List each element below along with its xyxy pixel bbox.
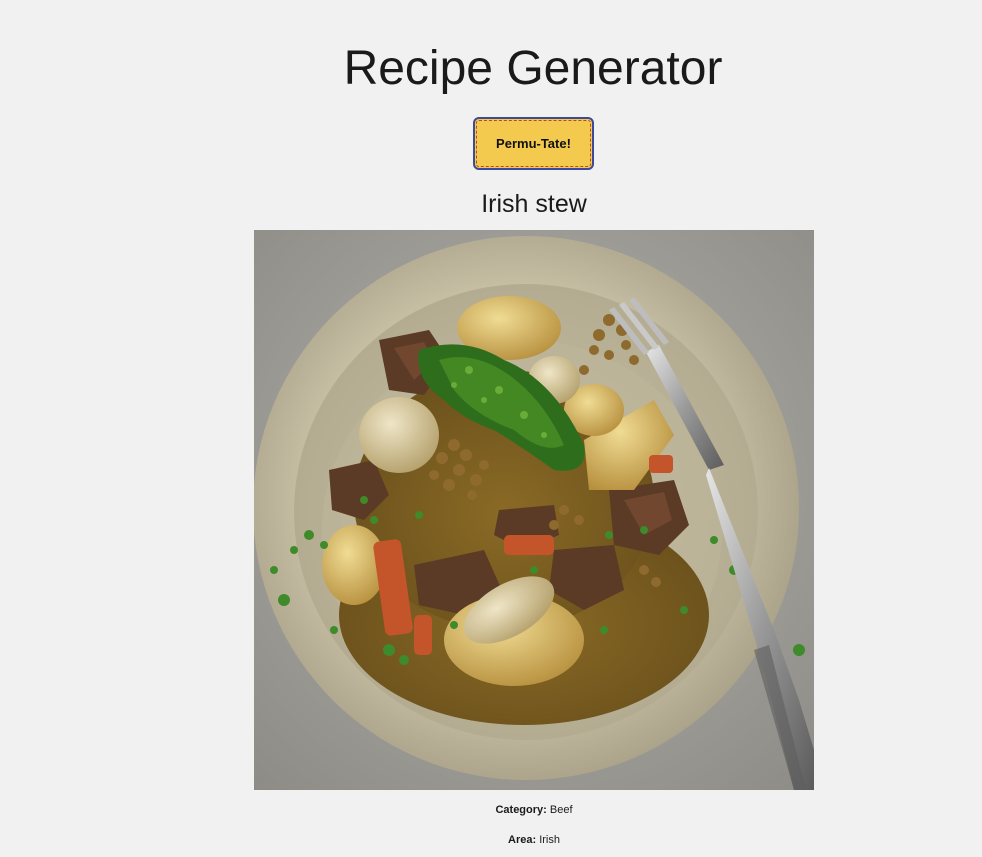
area-label: Area: <box>508 834 537 846</box>
category-value: Beef <box>549 804 573 816</box>
page-title: Recipe Generator <box>343 42 723 95</box>
header: Recipe Generator <box>0 36 982 102</box>
recipe-area: Area: Irish <box>254 832 814 848</box>
recipe-page: Recipe Generator Permu-Tate! Irish stew <box>0 0 982 857</box>
permutate-button[interactable]: Permu-Tate! <box>473 117 594 170</box>
recipe-image <box>254 230 814 790</box>
recipe-category: Category: Beef <box>254 802 814 818</box>
category-label: Category: <box>495 804 547 816</box>
recipe-name: Irish stew <box>481 190 587 218</box>
area-value: Irish <box>539 834 560 846</box>
